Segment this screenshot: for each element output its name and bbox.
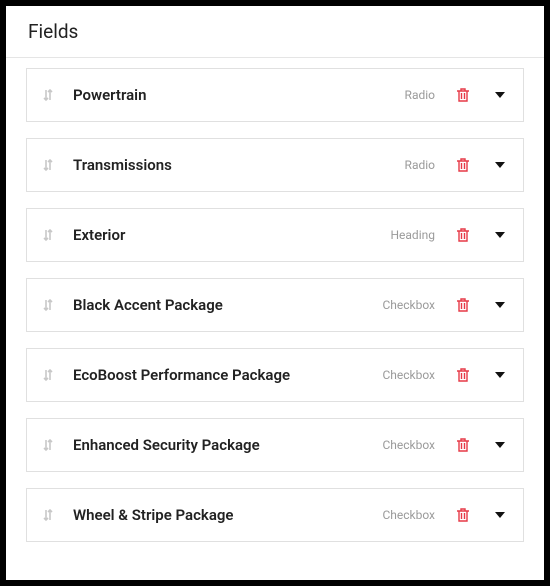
drag-handle-icon[interactable] [39,506,57,524]
field-row[interactable]: Black Accent Package Checkbox [26,278,524,332]
field-row[interactable]: Transmissions Radio [26,138,524,192]
field-label: Wheel & Stripe Package [69,506,370,524]
field-label: Exterior [69,226,378,244]
drag-handle-icon[interactable] [39,296,57,314]
drag-handle-icon[interactable] [39,436,57,454]
chevron-down-icon[interactable] [491,436,509,454]
field-type: Checkbox [382,438,435,452]
drag-handle-icon[interactable] [39,366,57,384]
field-row[interactable]: Wheel & Stripe Package Checkbox [26,488,524,542]
field-type: Checkbox [382,368,435,382]
chevron-down-icon[interactable] [491,156,509,174]
field-row[interactable]: EcoBoost Performance Package Checkbox [26,348,524,402]
field-list: Powertrain Radio Transmissions Radio [6,58,544,552]
fields-panel: Fields Powertrain Radio Transmissions Ra… [6,6,544,580]
trash-icon[interactable] [453,225,473,245]
field-label: Transmissions [69,156,393,174]
field-type: Checkbox [382,298,435,312]
field-label: Powertrain [69,86,393,104]
trash-icon[interactable] [453,295,473,315]
chevron-down-icon[interactable] [491,506,509,524]
field-label: Black Accent Package [69,296,370,314]
trash-icon[interactable] [453,365,473,385]
panel-title: Fields [28,20,522,43]
field-row[interactable]: Powertrain Radio [26,68,524,122]
field-row[interactable]: Exterior Heading [26,208,524,262]
trash-icon[interactable] [453,85,473,105]
drag-handle-icon[interactable] [39,226,57,244]
trash-icon[interactable] [453,155,473,175]
field-type: Radio [405,88,435,102]
field-label: Enhanced Security Package [69,436,370,454]
field-type: Heading [390,228,435,242]
chevron-down-icon[interactable] [491,226,509,244]
chevron-down-icon[interactable] [491,366,509,384]
chevron-down-icon[interactable] [491,296,509,314]
drag-handle-icon[interactable] [39,86,57,104]
chevron-down-icon[interactable] [491,86,509,104]
field-type: Checkbox [382,508,435,522]
field-label: EcoBoost Performance Package [69,366,370,384]
drag-handle-icon[interactable] [39,156,57,174]
panel-header: Fields [6,6,544,58]
field-type: Radio [405,158,435,172]
field-row[interactable]: Enhanced Security Package Checkbox [26,418,524,472]
trash-icon[interactable] [453,435,473,455]
trash-icon[interactable] [453,505,473,525]
